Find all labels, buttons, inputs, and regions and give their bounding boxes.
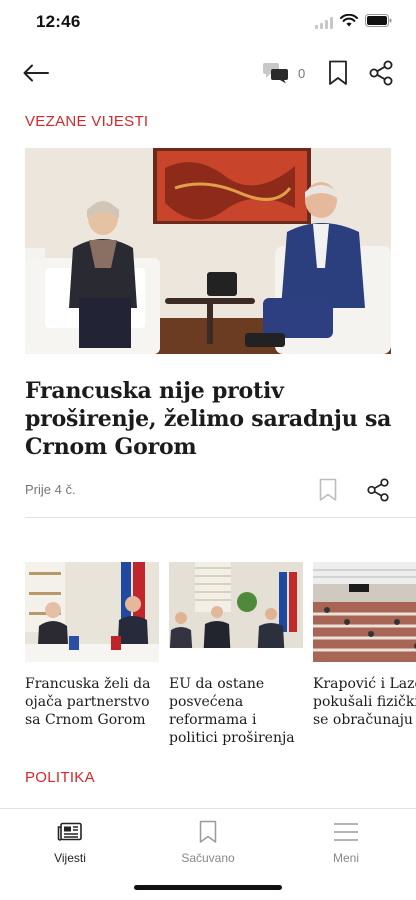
related-card-image: [313, 562, 416, 662]
divider: [25, 517, 416, 518]
article-share-button[interactable]: [364, 476, 392, 504]
status-icons: [315, 13, 392, 32]
newspaper-icon: [57, 819, 83, 845]
related-card[interactable]: Krapović i Lazo pokušali fizički se obra…: [313, 562, 416, 729]
related-carousel[interactable]: Francuska želi da ojača partnerstvo sa C…: [0, 562, 416, 752]
share-button[interactable]: [366, 58, 396, 88]
related-card-title: Krapović i Lazo pokušali fizički se obra…: [313, 676, 416, 728]
status-bar: 12:46: [0, 0, 416, 44]
related-card-title: EU da ostane posvećena reformama i polit…: [169, 676, 295, 746]
tab-menu[interactable]: Meni: [276, 819, 416, 865]
top-toolbar: 0: [0, 50, 416, 96]
hamburger-icon: [333, 819, 359, 845]
battery-icon: [365, 14, 392, 32]
tab-menu-label: Meni: [332, 851, 359, 865]
wifi-icon: [340, 13, 358, 32]
section-label-politics: POLITIKA: [25, 769, 95, 786]
comment-count: 0: [298, 65, 306, 81]
article-image[interactable]: [25, 148, 391, 354]
section-label-related: VEZANE VIJESTI: [25, 113, 149, 130]
bookmark-button[interactable]: [324, 58, 352, 88]
arrow-left-icon: [23, 64, 49, 82]
bookmark-icon: [199, 819, 217, 845]
related-card[interactable]: EU da ostane posvećena reformama i polit…: [169, 562, 303, 747]
comments-button[interactable]: 0: [262, 58, 305, 88]
tab-saved[interactable]: Sačuvano: [138, 819, 278, 865]
tab-news[interactable]: Vijesti: [0, 819, 140, 865]
tab-saved-label: Sačuvano: [181, 851, 235, 865]
share-icon: [369, 60, 393, 86]
article-bookmark-button[interactable]: [316, 476, 340, 504]
status-time: 12:46: [36, 12, 81, 31]
signal-icon: [315, 17, 333, 29]
article-title[interactable]: Francuska nije protiv proširenje, želimo…: [25, 377, 395, 461]
bookmark-icon: [319, 478, 337, 501]
bookmark-icon: [329, 60, 347, 85]
related-card-image: [169, 562, 303, 662]
share-icon: [367, 478, 389, 502]
back-button[interactable]: [20, 58, 52, 88]
related-card-image: [25, 562, 159, 662]
comments-icon: [263, 63, 288, 84]
tab-news-label: Vijesti: [54, 851, 86, 865]
home-indicator: [134, 885, 282, 890]
related-card-title: Francuska želi da ojača partnerstvo sa C…: [25, 676, 151, 728]
related-card[interactable]: Francuska želi da ojača partnerstvo sa C…: [25, 562, 159, 729]
article-time: Prije 4 č.: [25, 482, 76, 497]
